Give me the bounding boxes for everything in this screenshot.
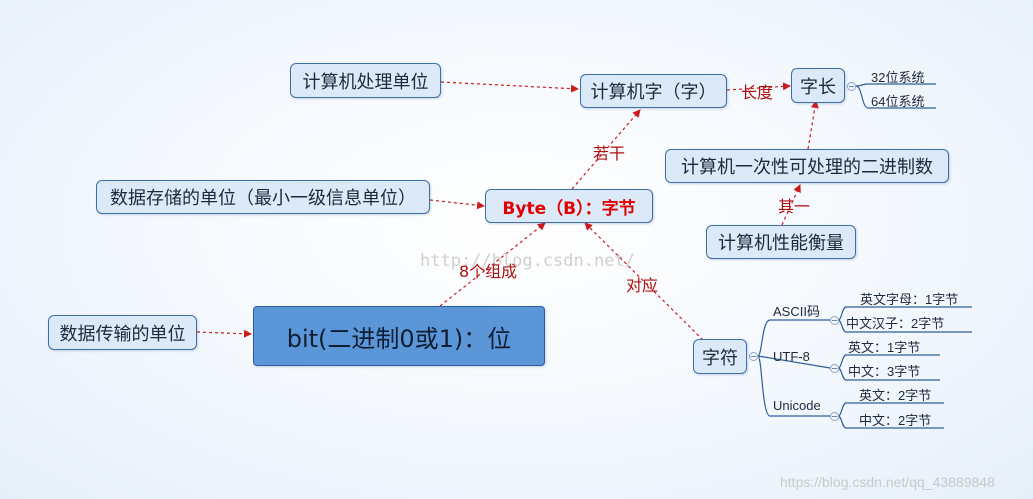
node-word-length[interactable]: 字长 (791, 68, 845, 103)
edge-transmission-to-bit (196, 329, 252, 338)
node-computer-word[interactable]: 计算机字（字） (580, 74, 727, 108)
node-transmission-unit[interactable]: 数据传输的单位 (48, 315, 197, 350)
branch-ascii: ASCII码 (773, 304, 820, 319)
collapse-ascii-icon[interactable] (830, 316, 839, 325)
branch-utf8: UTF-8 (773, 349, 810, 364)
leaf-ascii-english: 英文字母：1字节 (860, 292, 959, 307)
node-performance[interactable]: 计算机性能衡量 (706, 225, 856, 259)
node-binary-once[interactable]: 计算机一次性可处理的二进制数 (665, 149, 949, 183)
node-byte[interactable]: Byte（B）：字节 (485, 189, 653, 223)
relation-label-corresponds: 对应 (626, 276, 659, 295)
node-character[interactable]: 字符 (693, 339, 747, 374)
branch-unicode: Unicode (773, 398, 821, 413)
leaf-unicode-chinese: 中文：2字节 (859, 413, 932, 428)
collapse-wordlength-icon[interactable] (847, 82, 856, 91)
leaf-ascii-chinese: 中文汉子：2字节 (846, 316, 945, 331)
watermark-bottom: https://blog.csdn.net/qq_43889848 (780, 474, 995, 490)
leaf-utf8-chinese: 中文：3字节 (848, 364, 921, 379)
relation-label-length: 长度 (741, 83, 774, 102)
leaf-64-bit: 64位系统 (871, 94, 925, 109)
collapse-utf8-icon[interactable] (830, 364, 839, 373)
mind-map-canvas: http://blog.csdn.net/ https://blog.csdn.… (0, 0, 1033, 499)
collapse-character-icon[interactable] (749, 352, 758, 361)
collapse-unicode-icon[interactable] (830, 412, 839, 421)
watermark-center: http://blog.csdn.net/ (420, 251, 635, 271)
node-computer-processing-unit[interactable]: 计算机处理单位 (290, 63, 441, 98)
relation-label-one-of: 其一 (778, 197, 811, 216)
relation-label-eight-make: 8个组成 (459, 262, 518, 281)
node-bit[interactable]: bit(二进制0或1)：位 (253, 306, 545, 366)
leaf-32-bit: 32位系统 (871, 70, 925, 85)
node-storage-unit[interactable]: 数据存储的单位（最小一级信息单位） (96, 180, 430, 214)
leaf-utf8-english: 英文：1字节 (848, 340, 921, 355)
relation-label-several: 若干 (593, 144, 626, 163)
edge-binary-to-wordlength (807, 100, 819, 150)
leaf-unicode-english: 英文：2字节 (859, 388, 932, 403)
edge-storage-to-byte (429, 199, 485, 210)
edge-processing-to-word (440, 81, 579, 93)
